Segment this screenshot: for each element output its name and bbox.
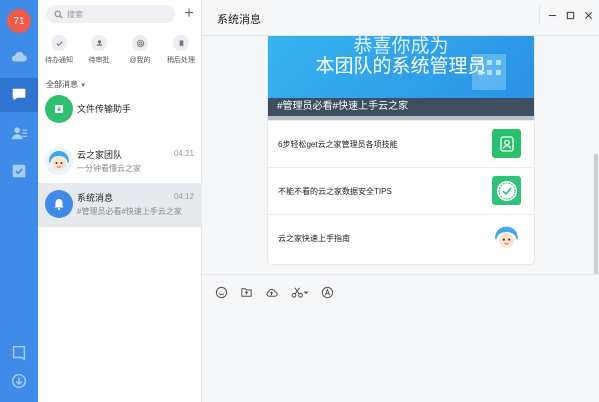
chat-header: 系统消息 <box>202 0 599 36</box>
scrollbar-thumb[interactable] <box>594 154 598 274</box>
bookmark-icon <box>173 35 189 51</box>
header-divider <box>539 6 540 24</box>
composer-divider <box>202 274 599 275</box>
download-icon[interactable] <box>0 364 38 398</box>
article-item[interactable]: 云之家快速上手指南 <box>268 214 534 261</box>
format-icon[interactable] <box>319 284 335 300</box>
security-badge-icon <box>492 176 521 205</box>
search-input[interactable]: 搜索 <box>46 5 175 23</box>
article-item[interactable]: 不能不看的云之家数据安全TIPS <box>268 167 534 214</box>
article-item[interactable]: 6步轻松get云之家管理员各项技能 <box>268 120 534 167</box>
maximize-icon[interactable] <box>563 8 577 22</box>
tasks-icon[interactable] <box>0 154 38 188</box>
card-banner[interactable]: 恭喜你成为 本团队的系统管理员 #管理员必看#快速上手云之家 <box>268 36 534 120</box>
mascot-avatar <box>492 223 521 252</box>
nav-rail: 71 <box>0 0 38 402</box>
stamp-icon <box>91 35 107 51</box>
shortcut-approval[interactable]: 待审批 <box>80 35 118 65</box>
transfer-icon <box>45 95 73 123</box>
conversation-list: 搜索 + 待办通知 待审批 @我的 稍后处理 全部消息 ▼ 文件传输助手 云之家… <box>38 0 202 402</box>
shortcut-todo[interactable]: 待办通知 <box>40 35 78 65</box>
shortcut-later[interactable]: 稍后处理 <box>162 35 200 65</box>
at-icon <box>132 35 148 51</box>
cloud-upload-icon[interactable] <box>263 284 279 300</box>
message-input[interactable] <box>202 304 599 402</box>
cloud-icon[interactable] <box>0 40 38 74</box>
scissors-icon[interactable] <box>288 284 312 300</box>
search-icon <box>54 10 63 18</box>
message-area[interactable]: 恭喜你成为 本团队的系统管理员 #管理员必看#快速上手云之家 6步轻松get云之… <box>202 36 599 274</box>
conversation-item-selected[interactable]: 系统消息 #管理员必看#快速上手云之家 04:12 <box>38 183 202 227</box>
shortcut-mentions[interactable]: @我的 <box>121 35 159 65</box>
banner-tag: #管理员必看#快速上手云之家 <box>268 98 534 116</box>
contacts-icon[interactable] <box>0 116 38 150</box>
user-avatar[interactable]: 71 <box>7 9 31 33</box>
bell-icon <box>45 190 73 218</box>
minimize-icon[interactable] <box>545 8 559 22</box>
chat-icon[interactable] <box>0 78 38 112</box>
add-button[interactable]: + <box>181 5 197 23</box>
close-icon[interactable] <box>581 8 595 22</box>
conversation-item[interactable]: 文件传输助手 <box>38 88 202 132</box>
chat-title: 系统消息 <box>217 14 261 26</box>
user-card-icon <box>492 129 521 158</box>
file-icon[interactable] <box>238 284 254 300</box>
chat-panel: 系统消息 恭喜你成为 本团队的系统管理员 #管理员必看#快速上手云之家 6步轻松… <box>202 0 599 402</box>
shortcut-bar: 待办通知 待审批 @我的 稍后处理 <box>38 35 202 71</box>
emoji-icon[interactable] <box>213 284 229 300</box>
composer-toolbar <box>202 282 599 302</box>
mascot-avatar <box>45 147 73 175</box>
news-card[interactable]: 恭喜你成为 本团队的系统管理员 #管理员必看#快速上手云之家 6步轻松get云之… <box>268 36 534 264</box>
conversation-item[interactable]: 云之家团队 一分钟看懂云之家 04:21 <box>38 140 202 184</box>
check-icon <box>51 35 67 51</box>
